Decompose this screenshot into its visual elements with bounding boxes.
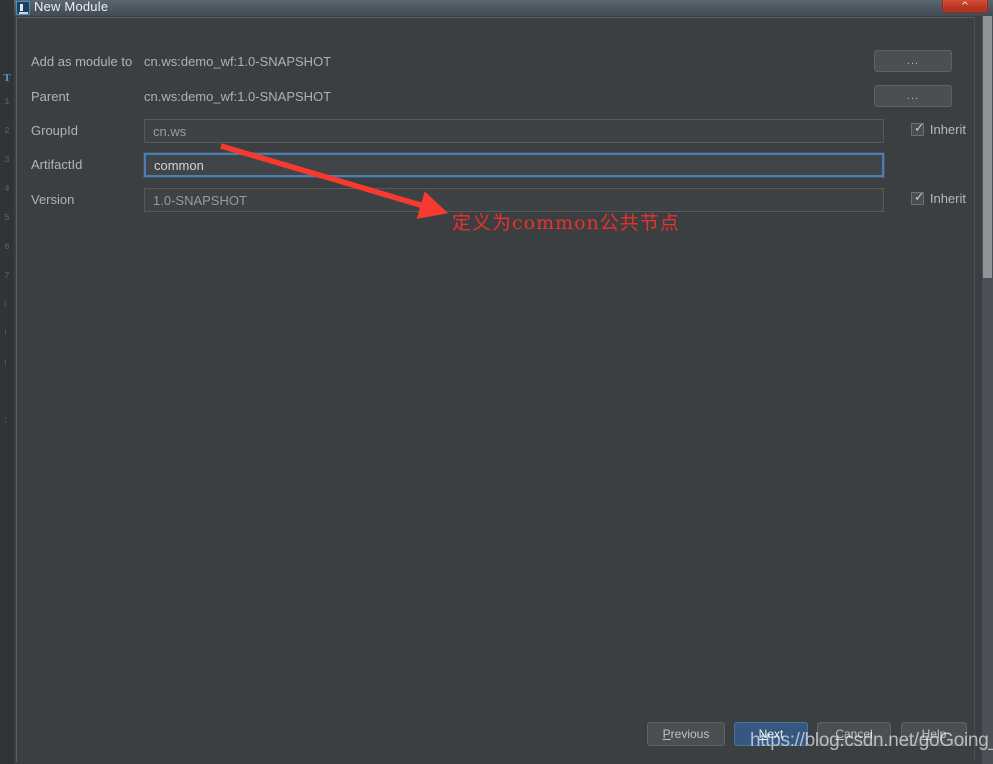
line-number: 2 bbox=[4, 126, 10, 136]
row-groupid: GroupId cn.ws ✓ Inherit bbox=[17, 119, 976, 145]
cancel-button[interactable]: Cancel bbox=[817, 722, 891, 746]
artifactid-input-value: common bbox=[154, 157, 204, 173]
version-input-value: 1.0-SNAPSHOT bbox=[153, 192, 247, 208]
browse-add-as-module-to-button[interactable]: ... bbox=[874, 50, 952, 72]
line-number: 4 bbox=[4, 184, 10, 194]
help-label: elp bbox=[930, 727, 947, 741]
ellipsis-icon: ... bbox=[906, 55, 920, 67]
groupid-inherit-group[interactable]: ✓ Inherit bbox=[910, 121, 966, 137]
line-number: 7 bbox=[4, 271, 10, 281]
artifactid-input[interactable]: common bbox=[144, 153, 884, 177]
module-icon bbox=[16, 1, 30, 15]
previous-label: revious bbox=[670, 727, 710, 741]
help-button[interactable]: Help bbox=[901, 722, 967, 746]
line-number: 1 bbox=[4, 97, 10, 107]
row-parent: Parent cn.ws:demo_wf:1.0-SNAPSHOT ... bbox=[17, 85, 976, 111]
label-groupid: GroupId bbox=[31, 123, 78, 138]
row-artifactid: ArtifactId common bbox=[17, 153, 976, 179]
ide-left-gutter: T 1 2 3 4 5 6 7 8 9 0 1 2 bbox=[0, 0, 15, 764]
dialog-titlebar[interactable]: New Module ^ bbox=[14, 0, 993, 16]
groupid-inherit-label: Inherit bbox=[929, 122, 966, 137]
groupid-input-value: cn.ws bbox=[153, 123, 187, 139]
previous-button[interactable]: Previous bbox=[647, 722, 725, 746]
version-inherit-checkbox[interactable]: ✓ bbox=[910, 190, 925, 205]
version-inherit-label: Inherit bbox=[929, 191, 966, 206]
groupid-input[interactable]: cn.ws bbox=[144, 119, 884, 143]
next-button[interactable]: Next bbox=[734, 722, 808, 746]
dialog-title: New Module bbox=[34, 0, 109, 14]
ellipsis-icon: ... bbox=[906, 90, 920, 102]
close-button[interactable]: ^ bbox=[942, 0, 988, 13]
cancel-mnemonic: C bbox=[835, 727, 844, 741]
line-number: 5 bbox=[4, 213, 10, 223]
groupid-inherit-checkbox[interactable]: ✓ bbox=[910, 121, 925, 136]
label-parent: Parent bbox=[31, 89, 70, 104]
gutter-marker-icon: T bbox=[3, 72, 11, 84]
browse-parent-button[interactable]: ... bbox=[874, 85, 952, 107]
value-add-as-module-to: cn.ws:demo_wf:1.0-SNAPSHOT bbox=[144, 54, 332, 69]
line-number: 6 bbox=[4, 242, 10, 252]
cancel-label: ancel bbox=[843, 727, 873, 741]
next-mnemonic: N bbox=[758, 727, 768, 741]
dialog-right-edge bbox=[974, 17, 981, 762]
next-label: ext bbox=[767, 727, 784, 741]
label-artifactid: ArtifactId bbox=[31, 157, 83, 172]
check-icon: ✓ bbox=[913, 121, 925, 136]
check-icon: ✓ bbox=[913, 190, 925, 205]
scrollbar-thumb[interactable] bbox=[983, 16, 992, 278]
close-icon: ^ bbox=[960, 1, 970, 12]
line-number: 3 bbox=[4, 155, 10, 165]
dialog-footer: Previous Next Cancel Help bbox=[17, 722, 976, 750]
dialog-body: Add as module to cn.ws:demo_wf:1.0-SNAPS… bbox=[16, 17, 975, 762]
new-module-dialog: New Module ^ Add as module to cn.ws:demo… bbox=[14, 0, 993, 764]
previous-mnemonic: P bbox=[662, 727, 671, 741]
ide-gutter-strip bbox=[6, 300, 13, 752]
window-scrollbar[interactable] bbox=[982, 16, 993, 764]
value-parent: cn.ws:demo_wf:1.0-SNAPSHOT bbox=[144, 89, 332, 104]
help-mnemonic: H bbox=[921, 727, 931, 741]
version-inherit-group[interactable]: ✓ Inherit bbox=[910, 190, 966, 206]
label-version: Version bbox=[31, 192, 75, 207]
label-add-as-module-to: Add as module to bbox=[31, 54, 133, 69]
annotation-text: 定义为common公共节点 bbox=[452, 212, 680, 234]
row-add-as-module-to: Add as module to cn.ws:demo_wf:1.0-SNAPS… bbox=[17, 50, 976, 76]
